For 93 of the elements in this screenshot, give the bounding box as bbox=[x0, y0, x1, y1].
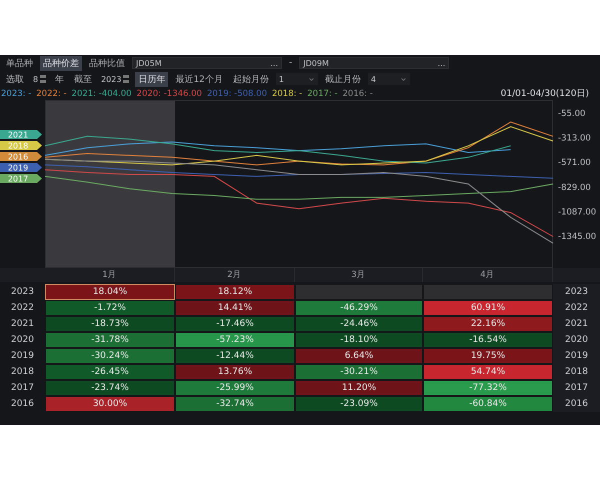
year-label: 2018 bbox=[10, 366, 35, 379]
year-label: 2018 bbox=[553, 364, 600, 380]
table-cell: -25.99% bbox=[175, 380, 295, 396]
table-cell: -23.74% bbox=[45, 380, 175, 396]
year-tag: 2019 bbox=[0, 163, 42, 172]
legend-item: 2019: -508.00 bbox=[206, 88, 267, 98]
legend-item: 2023: - bbox=[1, 88, 32, 98]
pick-label: 选取 bbox=[6, 74, 24, 86]
table-cell: -57.23% bbox=[175, 332, 295, 348]
range-tab[interactable]: 最近12个月 bbox=[172, 72, 226, 86]
table-cell: -17.46% bbox=[175, 316, 295, 332]
chevron-icon bbox=[400, 76, 407, 82]
end-month-label: 截止月份 bbox=[324, 74, 361, 86]
tab[interactable]: 品种价差 bbox=[40, 56, 82, 70]
table-cell: -30.24% bbox=[45, 348, 175, 364]
year-value[interactable]: 2023 bbox=[101, 74, 122, 84]
table-cell: -30.21% bbox=[295, 364, 423, 380]
table-cell: 13.76% bbox=[175, 364, 295, 380]
year-label: 2019 bbox=[553, 348, 600, 364]
table-cell: -26.45% bbox=[45, 364, 175, 380]
year-label: 2022 bbox=[10, 302, 35, 315]
until-label: 截至 bbox=[74, 74, 92, 86]
tab[interactable]: 品种比值 bbox=[86, 56, 128, 70]
tab[interactable]: 单品种 bbox=[3, 56, 36, 70]
column-header: 4月 bbox=[423, 268, 553, 282]
axis-tick-label: -55.00 bbox=[558, 108, 586, 119]
table-cell: -24.46% bbox=[295, 316, 423, 332]
axis-tick-label: -1087.00 bbox=[558, 207, 596, 218]
year-label: 2016 bbox=[10, 398, 35, 411]
range-tab[interactable]: 日历年 bbox=[135, 72, 168, 86]
table-cell: -46.29% bbox=[295, 300, 423, 316]
legend-item: 2022: - bbox=[36, 88, 67, 98]
year-label: 2020 bbox=[10, 334, 35, 347]
year-tag: 2021 bbox=[0, 130, 42, 140]
table-cell: -31.78% bbox=[45, 332, 175, 348]
table-cell: -1.72% bbox=[45, 300, 175, 316]
axis-tick-label: -1345.00 bbox=[558, 232, 596, 242]
table-cell: -16.54% bbox=[423, 332, 553, 348]
table-cell: 54.74% bbox=[423, 364, 553, 380]
spinner-icon[interactable] bbox=[40, 75, 46, 83]
year-label: 2023 bbox=[10, 286, 35, 299]
separator-text: - bbox=[289, 58, 292, 68]
contract-field[interactable]: JD05M ... bbox=[132, 57, 282, 69]
table-cell: -18.73% bbox=[45, 316, 175, 332]
table-cell: -77.32% bbox=[423, 380, 553, 396]
legend-item: 2016: - bbox=[342, 88, 373, 98]
year-label: 2021 bbox=[553, 316, 600, 332]
month-select[interactable]: 4 bbox=[368, 73, 410, 85]
table-cell: -60.84% bbox=[423, 396, 553, 412]
axis-tick-label: -829.00 bbox=[558, 182, 591, 193]
browse-button[interactable]: ... bbox=[438, 58, 446, 68]
year-label: 2019 bbox=[10, 350, 35, 363]
legend-item: 2018: - bbox=[272, 88, 302, 98]
year-label: 2023 bbox=[553, 284, 600, 300]
table-cell: 18.12% bbox=[175, 284, 295, 300]
axis-tick-label: -313.00 bbox=[558, 134, 591, 144]
year-label: 2016 bbox=[553, 396, 600, 412]
month-select[interactable]: 1 bbox=[276, 73, 318, 85]
year-tag: 2018 bbox=[0, 141, 42, 150]
legend-item: 2017: - bbox=[307, 88, 338, 98]
unit-label: 年 bbox=[55, 74, 64, 86]
table-cell: -12.44% bbox=[175, 348, 295, 364]
table-cell: 60.91% bbox=[423, 300, 553, 316]
table-cell: 6.64% bbox=[295, 348, 423, 364]
table-cell: 19.75% bbox=[423, 348, 553, 364]
table-cell: 30.00% bbox=[45, 396, 175, 412]
start-month-label: 起始月份 bbox=[232, 74, 269, 86]
year-tag: 2016 bbox=[0, 152, 42, 162]
chevron-icon bbox=[308, 76, 315, 82]
browse-button[interactable]: ... bbox=[270, 58, 278, 68]
table-cell: -32.74% bbox=[175, 396, 295, 412]
table-cell: 11.20% bbox=[295, 380, 423, 396]
year-tag: 2017 bbox=[0, 174, 42, 184]
table-cell: 14.41% bbox=[175, 300, 295, 316]
axis-tick-label: -571.00 bbox=[558, 158, 591, 168]
spinner-icon[interactable] bbox=[123, 75, 130, 83]
legend-item: 2020: -1346.00 bbox=[136, 88, 202, 98]
year-label: 2020 bbox=[553, 332, 600, 348]
table-cell: -23.09% bbox=[295, 396, 423, 412]
contract-field[interactable]: JD09M ... bbox=[299, 57, 450, 69]
year-label: 2022 bbox=[553, 300, 600, 316]
column-header: 3月 bbox=[295, 268, 423, 282]
years-value[interactable]: 8 bbox=[33, 74, 38, 84]
table-cell: 18.04% bbox=[45, 284, 175, 300]
column-header: 2月 bbox=[175, 268, 295, 282]
year-label: 2017 bbox=[553, 380, 600, 396]
column-header: 1月 bbox=[45, 268, 175, 282]
year-label: 2021 bbox=[10, 318, 35, 331]
date-range: 01/01-04/30(120日) bbox=[500, 88, 589, 100]
table-cell: 22.16% bbox=[423, 316, 553, 332]
legend-item: 2021: -404.00 bbox=[72, 88, 132, 98]
year-label: 2017 bbox=[10, 382, 35, 395]
table-cell: -18.10% bbox=[295, 332, 423, 348]
